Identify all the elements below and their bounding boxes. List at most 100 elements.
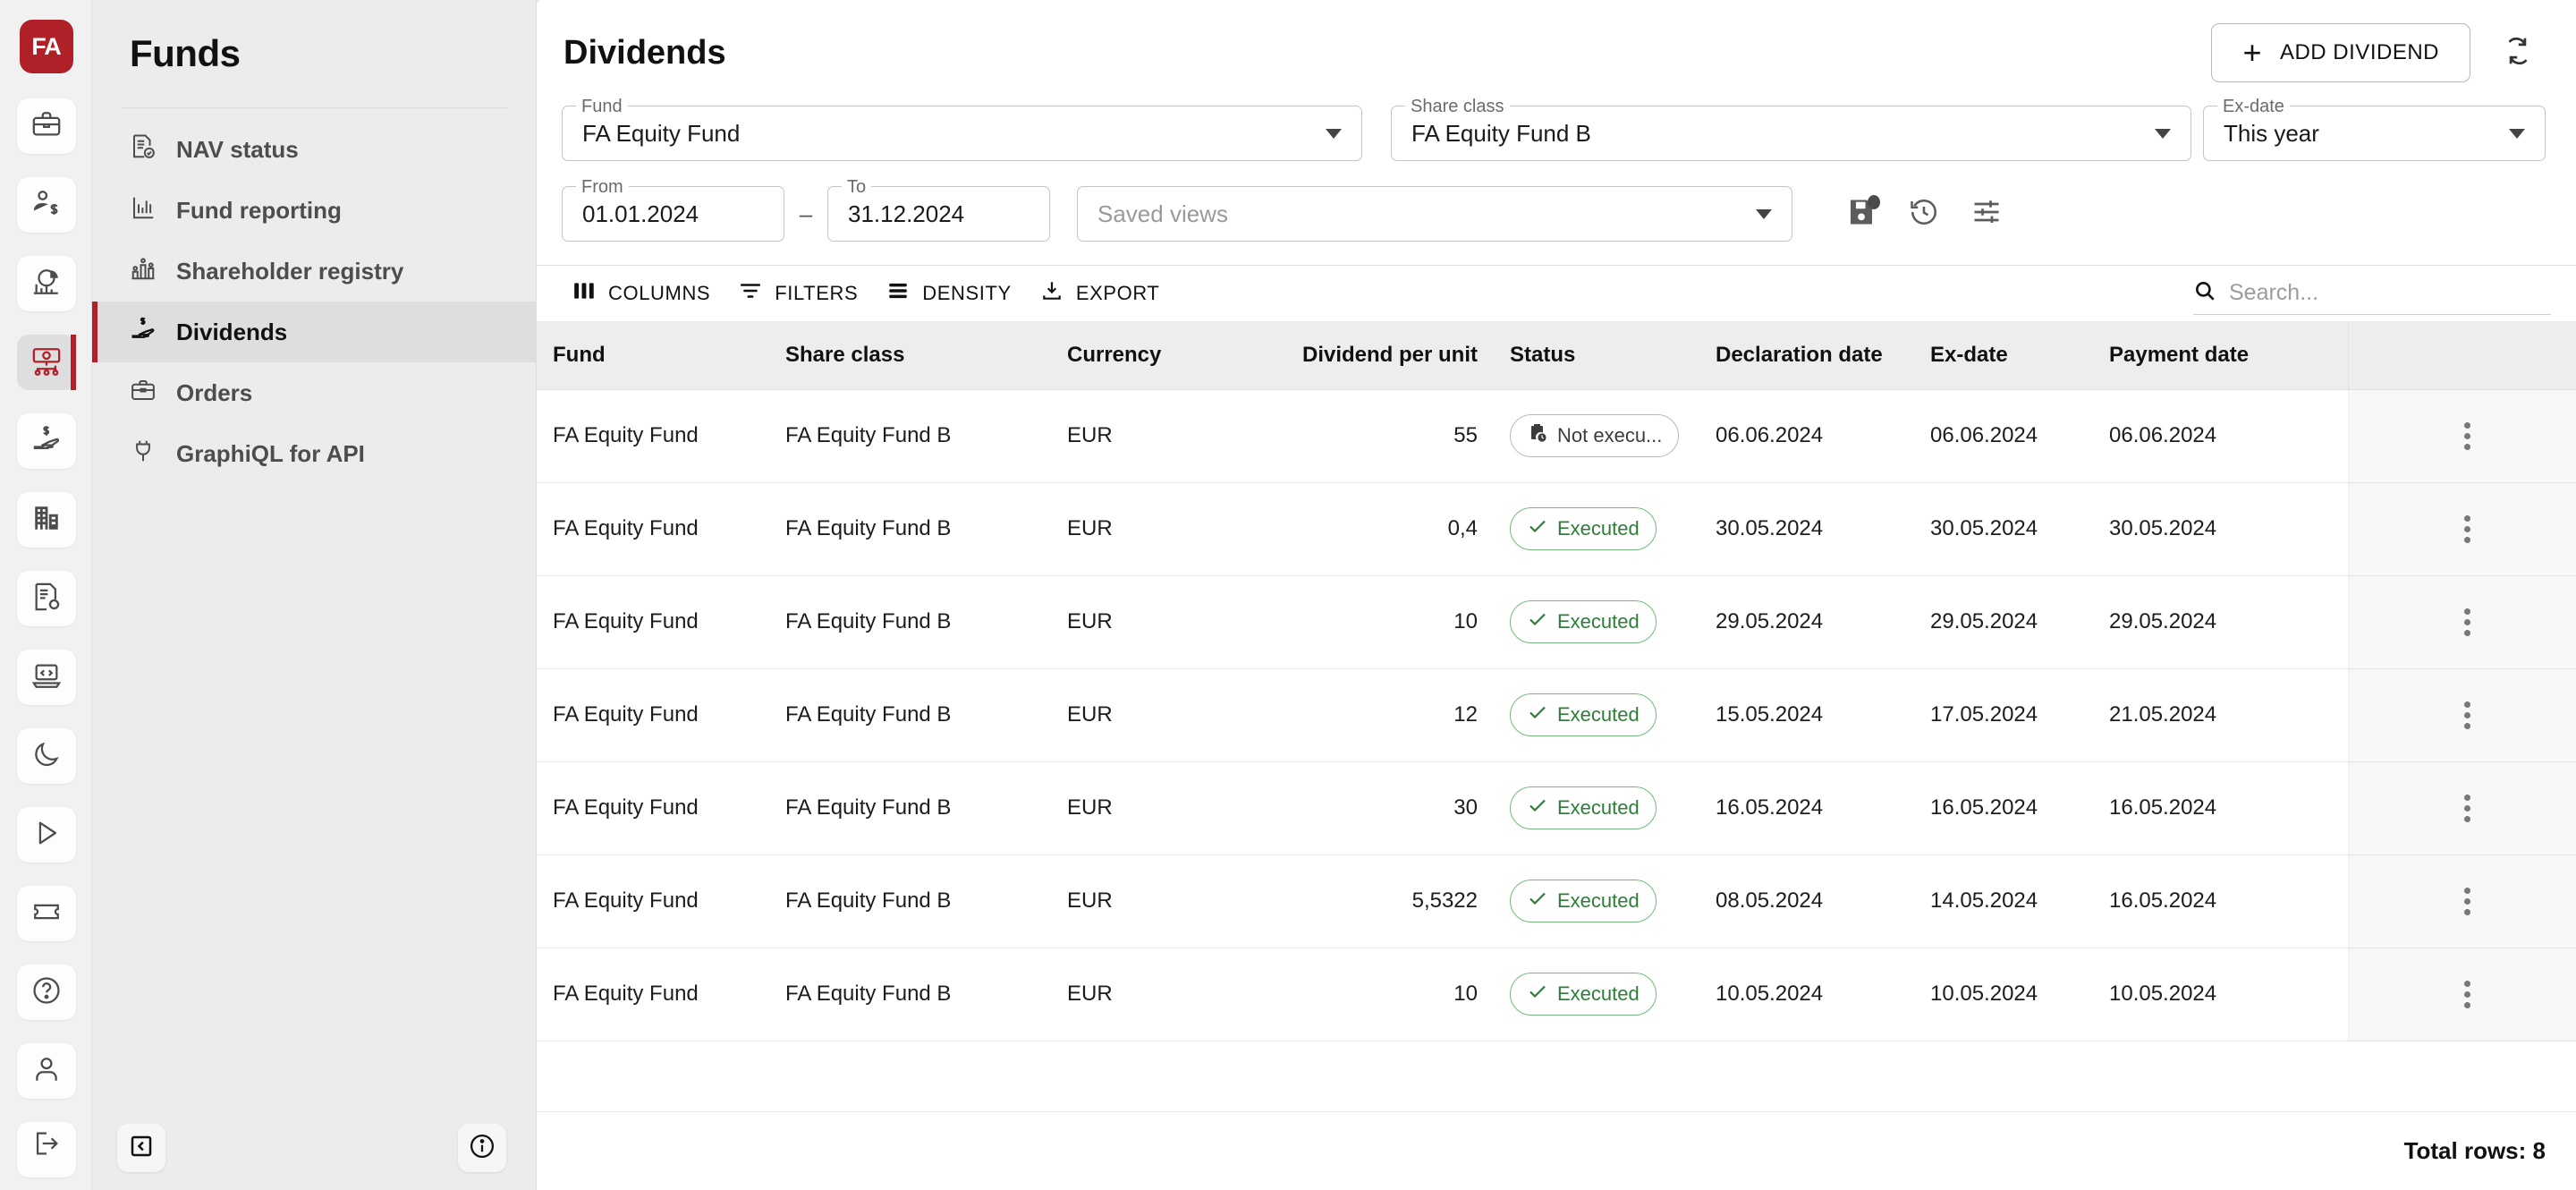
chevron-down-icon [1326,128,1342,139]
cell-actions[interactable] [2347,854,2576,948]
cell-status: Executed [1494,854,1699,948]
analytics-chart-icon [31,267,62,302]
cell-declaration-date: 16.05.2024 [1699,761,1914,855]
search-box[interactable] [2193,272,2551,315]
column-header-declaration-date[interactable]: Declaration date [1699,321,1914,390]
filter-row-2: From 01.01.2024 – To 31.12.2024 Saved vi… [562,177,2546,242]
table-row[interactable]: FA Equity Fund FA Equity Fund B EUR 30 Execu… [537,761,2576,855]
table-row[interactable]: FA Equity Fund FA Equity Fund B EUR 10 Execu… [537,948,2576,1041]
columns-icon [572,279,596,308]
fund-label: Fund [576,97,628,117]
cell-share-class: FA Equity Fund B [769,761,1051,855]
rail-item-company[interactable] [16,492,76,548]
cell-actions[interactable] [2347,575,2576,669]
sidebar-item-graphiql[interactable]: GraphiQL for API [92,423,537,484]
company-building-icon [31,503,62,538]
page-title: Dividends [564,33,726,72]
pending-clock-icon [1527,422,1548,449]
rail-item-logout[interactable] [16,1122,76,1177]
grid-empty-space [537,1041,2576,1111]
view-history-button[interactable] [1898,188,1950,240]
briefcase-icon [130,377,157,410]
filters-label: FILTERS [775,282,859,304]
density-label: DENSITY [922,282,1012,304]
fund-select[interactable]: Fund FA Equity Fund [562,97,1362,161]
add-dividend-button[interactable]: + ADD DIVIDEND [2211,23,2470,82]
column-header-share-class[interactable]: Share class [769,321,1051,390]
sidebar-item-shareholder-registry[interactable]: Shareholder registry [92,241,537,302]
kebab-menu-icon[interactable] [2464,855,2471,948]
column-header-ex-date[interactable]: Ex-date [1914,321,2093,390]
cell-actions[interactable] [2347,948,2576,1041]
info-button[interactable] [458,1124,506,1172]
table-row[interactable]: FA Equity Fund FA Equity Fund B EUR 10 Execu… [537,575,2576,669]
kebab-menu-icon[interactable] [2464,762,2471,854]
sidebar-item-orders[interactable]: Orders [92,362,537,423]
from-value: 01.01.2024 [582,200,699,227]
kebab-menu-icon[interactable] [2464,576,2471,668]
search-input[interactable] [2229,280,2551,306]
refresh-button[interactable] [2490,25,2546,81]
filters-button[interactable]: FILTERS [730,270,877,317]
rail-item-analytics[interactable] [16,256,76,311]
rail-item-profile[interactable] [16,1043,76,1099]
kebab-menu-icon[interactable] [2464,390,2471,482]
share-class-select[interactable]: Share class FA Equity Fund B [1391,97,2191,161]
sidebar-item-nav-status[interactable]: NAV status [92,119,537,180]
rail-item-dark-mode[interactable] [16,728,76,784]
sidebar-item-label: Shareholder registry [176,257,404,285]
to-date-input[interactable]: To 31.12.2024 [827,177,1050,242]
rail-item-help[interactable] [16,965,76,1020]
rail-item-funds[interactable] [16,335,76,390]
nav-status-icon [130,133,157,166]
rail-item-dividends[interactable] [16,413,76,469]
table-row[interactable]: FA Equity Fund FA Equity Fund B EUR 5,5322 E… [537,854,2576,948]
sidebar-item-dividends[interactable]: Dividends [92,302,537,362]
rail-item-ticket[interactable] [16,886,76,941]
column-header-fund[interactable]: Fund [537,321,769,390]
saved-views-select[interactable]: Saved views [1077,186,1792,242]
kebab-menu-icon[interactable] [2464,948,2471,1041]
rail-item-client-money[interactable] [16,177,76,233]
cell-status: Executed [1494,668,1699,762]
sidebar-item-fund-reporting[interactable]: Fund reporting [92,180,537,241]
collapse-sidebar-button[interactable] [117,1124,165,1172]
nav-list: NAV status Fund reporting Shareholder re… [92,119,537,484]
columns-button[interactable]: COLUMNS [564,270,730,317]
export-button[interactable]: EXPORT [1031,270,1180,317]
check-icon [1527,608,1548,635]
cell-ex-date: 17.05.2024 [1914,668,2093,762]
cell-currency: EUR [1051,389,1230,483]
table-row[interactable]: FA Equity Fund FA Equity Fund B EUR 0,4 Exec… [537,482,2576,576]
rail-item-briefcase[interactable] [16,98,76,154]
cell-fund: FA Equity Fund [537,482,769,576]
table-row[interactable]: FA Equity Fund FA Equity Fund B EUR 12 Execu… [537,668,2576,762]
sidebar-item-label: Orders [176,378,253,406]
cell-share-class: FA Equity Fund B [769,668,1051,762]
from-date-input[interactable]: From 01.01.2024 [562,177,784,242]
kebab-menu-icon[interactable] [2464,669,2471,761]
table-header: Fund Share class Currency Dividend per u… [537,321,2576,390]
column-header-currency[interactable]: Currency [1051,321,1230,390]
kebab-menu-icon[interactable] [2464,483,2471,575]
column-header-dividend-per-unit[interactable]: Dividend per unit [1230,321,1494,390]
rail-item-play[interactable] [16,807,76,863]
from-label: From [576,177,629,198]
table-row[interactable]: FA Equity Fund FA Equity Fund B EUR 55 Not e… [537,389,2576,483]
fund-value: FA Equity Fund [582,119,741,147]
cell-actions[interactable] [2347,668,2576,762]
column-header-actions [2347,321,2576,390]
rail-item-doc-settings[interactable] [16,571,76,626]
cell-actions[interactable] [2347,389,2576,483]
cell-actions[interactable] [2347,482,2576,576]
column-header-payment-date[interactable]: Payment date [2093,321,2348,390]
view-settings-button[interactable] [1961,188,2012,240]
ex-date-select[interactable]: Ex-date This year [2203,97,2546,161]
density-button[interactable]: DENSITY [877,270,1031,317]
rail-item-graphiql[interactable] [16,650,76,705]
grid-toolbar: COLUMNS FILTERS DENSITY EXPORT [537,266,2576,321]
table-body: FA Equity Fund FA Equity Fund B EUR 55 Not e… [537,389,2576,1041]
save-view-button[interactable] [1835,188,1887,240]
cell-actions[interactable] [2347,761,2576,855]
column-header-status[interactable]: Status [1494,321,1699,390]
